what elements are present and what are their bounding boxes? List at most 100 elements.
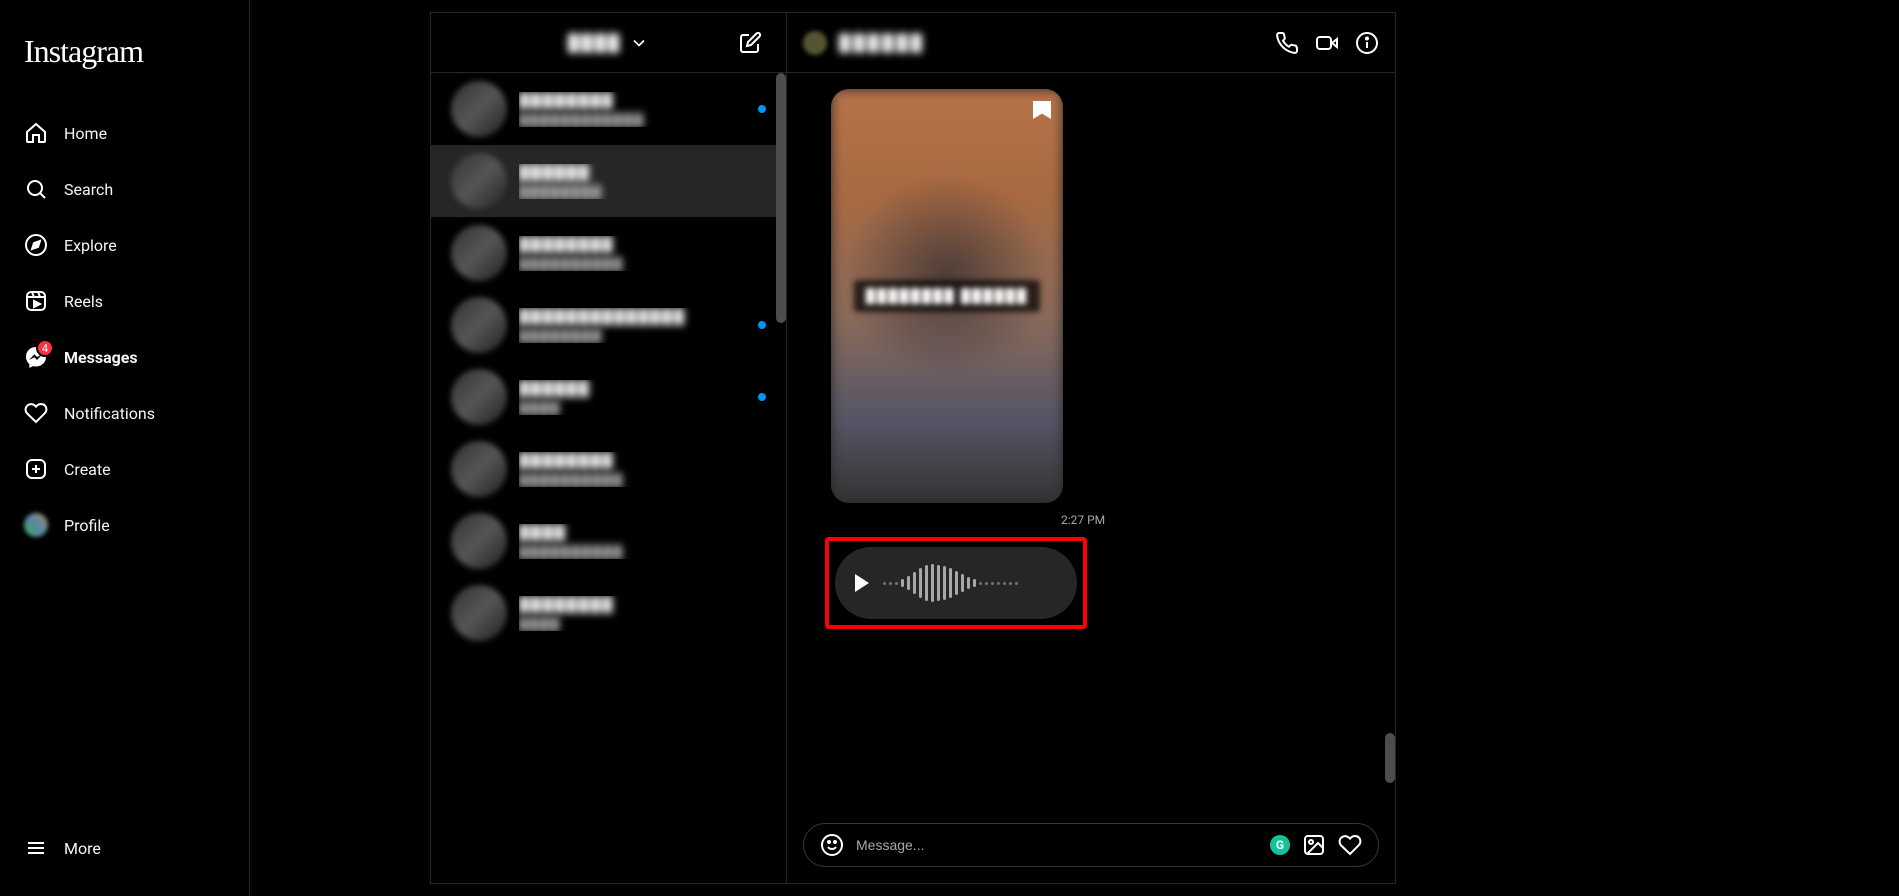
home-icon xyxy=(24,121,48,145)
chat-body[interactable]: ████████ ██████ 2:27 PM xyxy=(787,73,1395,807)
heart-icon xyxy=(24,401,48,425)
search-icon xyxy=(24,177,48,201)
plus-square-icon xyxy=(24,457,48,481)
thread-text: ██████████████████████ xyxy=(519,308,746,343)
unread-dot xyxy=(758,393,766,401)
thread-text: ██████████████████ xyxy=(519,452,766,487)
thread-item[interactable]: ██████████████ xyxy=(431,145,786,217)
nav-list: Home Search Explore Reels 4 Messages xyxy=(12,105,237,553)
thread-subtext: ████ xyxy=(519,617,766,631)
thread-name: ██████ xyxy=(519,380,746,397)
chevron-down-icon xyxy=(629,33,649,53)
sidebar: Instagram Home Search Explore Reels xyxy=(0,0,250,896)
thread-text: ██████████████ xyxy=(519,524,766,559)
voice-message[interactable] xyxy=(835,547,1077,619)
nav-home[interactable]: Home xyxy=(12,109,237,157)
reels-icon xyxy=(24,289,48,313)
account-name: ████ xyxy=(568,33,621,53)
thread-item[interactable]: ████████████████████ xyxy=(431,73,786,145)
thread-avatar xyxy=(451,585,507,641)
thread-subtext: ████ xyxy=(519,401,746,415)
shared-post[interactable]: ████████ ██████ xyxy=(831,89,1063,503)
nav-messages-label: Messages xyxy=(64,348,138,367)
chat-panel: ██████ ████████ ██████ 2:27 PM xyxy=(787,12,1396,884)
thread-text: ████████████████████ xyxy=(519,92,746,127)
thread-subtext: ██████████ xyxy=(519,257,766,271)
unread-dot xyxy=(758,105,766,113)
thread-item[interactable]: ██████████ xyxy=(431,361,786,433)
thread-avatar xyxy=(451,513,507,569)
shared-post-caption: ████████ ██████ xyxy=(854,280,1040,312)
inbox-scrollbar[interactable] xyxy=(776,73,786,323)
thread-name: ██████████████ xyxy=(519,308,746,325)
nav-explore[interactable]: Explore xyxy=(12,221,237,269)
thread-avatar xyxy=(451,81,507,137)
inbox-panel: ████ ███████████████████████████████████… xyxy=(430,12,787,884)
image-button[interactable] xyxy=(1302,833,1326,857)
inbox-header: ████ xyxy=(431,13,786,73)
grammarly-icon[interactable]: G xyxy=(1270,835,1290,855)
nav-notifications[interactable]: Notifications xyxy=(12,389,237,437)
thread-item[interactable]: ██████████████████████ xyxy=(431,289,786,361)
heart-outline-icon xyxy=(1338,833,1362,857)
like-button[interactable] xyxy=(1338,833,1362,857)
nav-reels[interactable]: Reels xyxy=(12,277,237,325)
nav-reels-label: Reels xyxy=(64,292,103,311)
thread-name: ██████ xyxy=(519,164,766,181)
thread-subtext: ██████████ xyxy=(519,473,766,487)
thread-name: ████████ xyxy=(519,92,746,109)
thread-avatar xyxy=(451,153,507,209)
voice-message-highlight xyxy=(825,537,1087,629)
nav-search[interactable]: Search xyxy=(12,165,237,213)
nav-messages[interactable]: 4 Messages xyxy=(12,333,237,381)
thread-text: ██████████ xyxy=(519,380,746,415)
nav-search-label: Search xyxy=(64,180,113,199)
thread-subtext: ████████ xyxy=(519,329,746,343)
thread-name: ████████ xyxy=(519,236,766,253)
thread-item[interactable]: ██████████████████ xyxy=(431,217,786,289)
thread-subtext: ████████████ xyxy=(519,113,746,127)
logo[interactable]: Instagram xyxy=(12,8,237,86)
waveform xyxy=(883,563,1018,603)
thread-text: ████████████ xyxy=(519,596,766,631)
chat-scrollbar[interactable] xyxy=(1385,733,1395,783)
nav-explore-label: Explore xyxy=(64,236,117,255)
chat-title[interactable]: ██████ xyxy=(839,33,925,53)
logo-text: Instagram xyxy=(24,33,143,69)
account-switcher[interactable]: ████ xyxy=(568,33,649,53)
thread-item[interactable]: ██████████████████ xyxy=(431,433,786,505)
thread-list[interactable]: ████████████████████████████████████████… xyxy=(431,73,786,883)
nav-create[interactable]: Create xyxy=(12,445,237,493)
nav-profile-label: Profile xyxy=(64,516,110,535)
chat-avatar[interactable] xyxy=(803,31,827,55)
thread-item[interactable]: ██████████████ xyxy=(431,505,786,577)
chat-actions xyxy=(1275,31,1379,55)
info-icon xyxy=(1355,31,1379,55)
audio-call-button[interactable] xyxy=(1275,31,1299,55)
composer-row: G xyxy=(787,807,1395,883)
emoji-button[interactable] xyxy=(820,833,844,857)
nav-create-label: Create xyxy=(64,460,111,479)
nav-more[interactable]: More xyxy=(12,824,237,872)
image-icon xyxy=(1302,833,1326,857)
main: ████ ███████████████████████████████████… xyxy=(250,0,1899,896)
chat-header: ██████ xyxy=(787,13,1395,73)
message-input[interactable] xyxy=(856,837,1258,853)
compose-button[interactable] xyxy=(738,31,762,55)
thread-avatar xyxy=(451,297,507,353)
video-call-button[interactable] xyxy=(1315,31,1339,55)
messages-badge: 4 xyxy=(36,339,54,357)
left-gap xyxy=(250,0,430,896)
play-icon xyxy=(855,574,869,592)
nav-profile[interactable]: Profile xyxy=(12,501,237,549)
unread-dot xyxy=(758,321,766,329)
nav-more-label: More xyxy=(64,839,101,858)
avatar-icon xyxy=(24,513,48,537)
hamburger-icon xyxy=(24,836,48,860)
info-button[interactable] xyxy=(1355,31,1379,55)
nav-notifications-label: Notifications xyxy=(64,404,155,423)
thread-item[interactable]: ████████████ xyxy=(431,577,786,649)
thread-avatar xyxy=(451,441,507,497)
thread-text: ██████████████ xyxy=(519,164,766,199)
thread-name: ████████ xyxy=(519,596,766,613)
